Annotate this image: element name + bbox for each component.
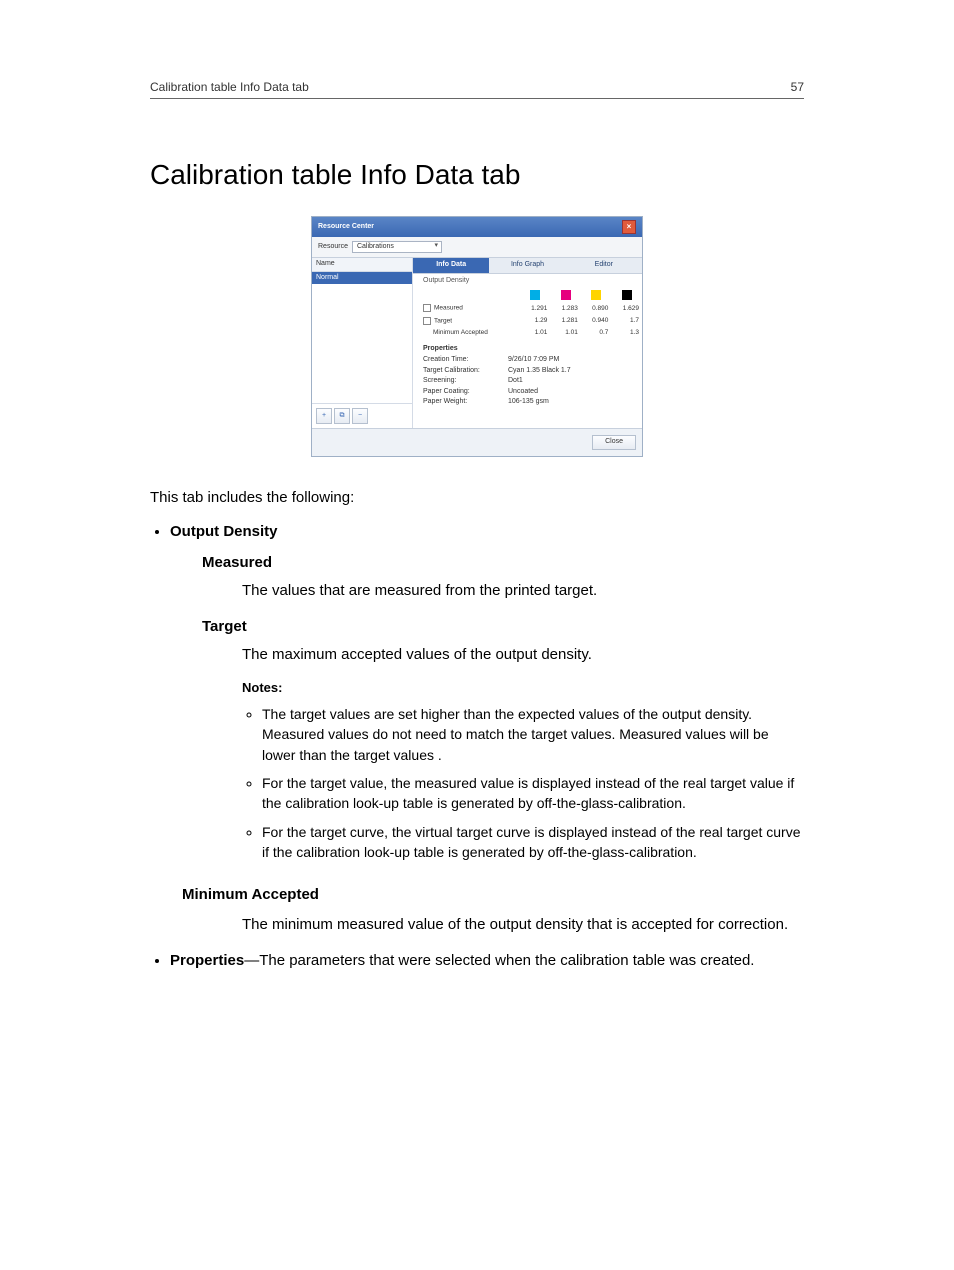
min-accepted-term: Minimum Accepted	[182, 884, 804, 906]
close-icon[interactable]: ×	[622, 220, 636, 234]
magenta-swatch-icon	[561, 290, 571, 300]
paper-coating-value: Uncoated	[508, 388, 538, 396]
note-item: For the target value, the measured value…	[262, 773, 804, 814]
tab-editor[interactable]: Editor	[566, 258, 642, 273]
note-item: For the target curve, the virtual target…	[262, 822, 804, 863]
sidebar-item-normal[interactable]: Normal	[312, 272, 412, 284]
target-calibration-value: Cyan 1.35 Black 1.7	[508, 367, 571, 375]
target-term: Target	[202, 616, 804, 638]
target-calibration-label: Target Calibration:	[423, 367, 508, 375]
creation-time-label: Creation Time:	[423, 356, 508, 364]
output-density-term: Output Density	[170, 523, 278, 540]
creation-time-value: 9/26/10 7:09 PM	[508, 356, 559, 364]
resource-center-window: Resource Center × Resource Calibrations …	[311, 216, 643, 457]
properties-heading: Properties	[423, 345, 632, 355]
notes-heading: Notes:	[242, 679, 804, 698]
target-desc: The maximum accepted values of the outpu…	[242, 644, 804, 666]
output-density-heading: Output Density	[413, 274, 642, 286]
tab-info-data[interactable]: Info Data	[413, 258, 489, 273]
edit-icon[interactable]	[423, 304, 431, 312]
page-number: 57	[791, 80, 804, 94]
yellow-swatch-icon	[591, 290, 601, 300]
delete-icon[interactable]: −	[352, 408, 368, 424]
screening-label: Screening:	[423, 377, 508, 385]
measured-desc: The values that are measured from the pr…	[242, 580, 804, 602]
paper-weight-label: Paper Weight:	[423, 398, 508, 406]
min-accepted-desc: The minimum measured value of the output…	[242, 914, 804, 936]
running-header-left: Calibration table Info Data tab	[150, 80, 309, 94]
note-item: The target values are set higher than th…	[262, 704, 804, 765]
paper-coating-label: Paper Coating:	[423, 388, 508, 396]
duplicate-icon[interactable]: ⧉	[334, 408, 350, 424]
tab-info-graph[interactable]: Info Graph	[489, 258, 565, 273]
screening-value: Dot1	[508, 377, 523, 385]
paper-weight-value: 106-135 gsm	[508, 398, 549, 406]
close-button[interactable]: Close	[592, 435, 636, 449]
properties-desc: —The parameters that were selected when …	[244, 952, 754, 969]
measured-term: Measured	[202, 552, 804, 574]
output-density-table: Measured 1.291 1.283 0.890 1.629 Target …	[413, 288, 642, 339]
resource-label: Resource	[318, 243, 348, 251]
resource-select[interactable]: Calibrations	[352, 241, 442, 253]
window-title: Resource Center	[318, 223, 374, 231]
add-icon[interactable]: +	[316, 408, 332, 424]
properties-term: Properties	[170, 952, 244, 969]
black-swatch-icon	[622, 290, 632, 300]
sidebar-column-name: Name	[312, 258, 412, 271]
intro-text: This tab includes the following:	[150, 487, 804, 509]
cyan-swatch-icon	[530, 290, 540, 300]
edit-icon[interactable]	[423, 317, 431, 325]
page-title: Calibration table Info Data tab	[150, 159, 804, 191]
